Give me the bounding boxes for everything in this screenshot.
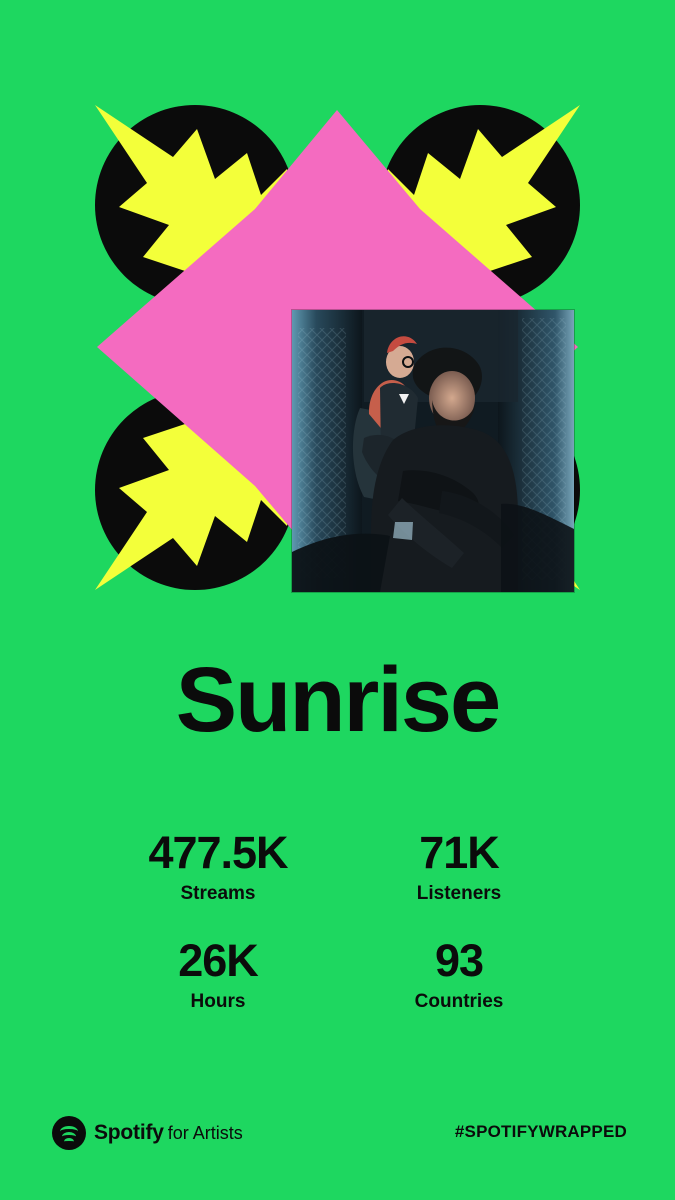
stat-listeners: 71K Listeners [349, 830, 569, 903]
stat-value: 477.5K [148, 827, 288, 878]
photo-illustration [292, 310, 574, 592]
brand-suffix: for Artists [167, 1123, 243, 1143]
song-title: Sunrise [175, 649, 501, 751]
stat-label: Listeners [416, 883, 502, 904]
spotify-for-artists-logo: Spotify for Artists [52, 1113, 243, 1153]
hashtag: #SPOTIFYWRAPPED [454, 1122, 627, 1141]
stat-label: Hours [190, 991, 246, 1012]
stat-streams: 477.5K Streams [108, 830, 328, 903]
spotify-icon-bar [64, 1138, 74, 1145]
stat-hours: 26K Hours [108, 938, 328, 1011]
wrapped-card: Sunrise 477.5K Streams 71K Listeners 26K… [0, 0, 675, 1200]
footer: Spotify for Artists #SPOTIFYWRAPPED [52, 1113, 627, 1153]
stat-label: Countries [414, 991, 504, 1012]
artist-photo [292, 310, 574, 592]
cover-art-frame [95, 105, 580, 592]
brand-wordmark: Spotify for Artists [94, 1121, 243, 1145]
stat-value: 93 [434, 935, 484, 986]
stat-value: 26K [178, 935, 259, 986]
stat-value: 71K [419, 827, 500, 878]
spotify-icon [52, 1116, 86, 1150]
stats-grid: 477.5K Streams 71K Listeners 26K Hours 9… [0, 830, 675, 1040]
brand-name: Spotify [94, 1121, 164, 1144]
stat-countries: 93 Countries [349, 938, 569, 1011]
stat-label: Streams [180, 883, 256, 904]
